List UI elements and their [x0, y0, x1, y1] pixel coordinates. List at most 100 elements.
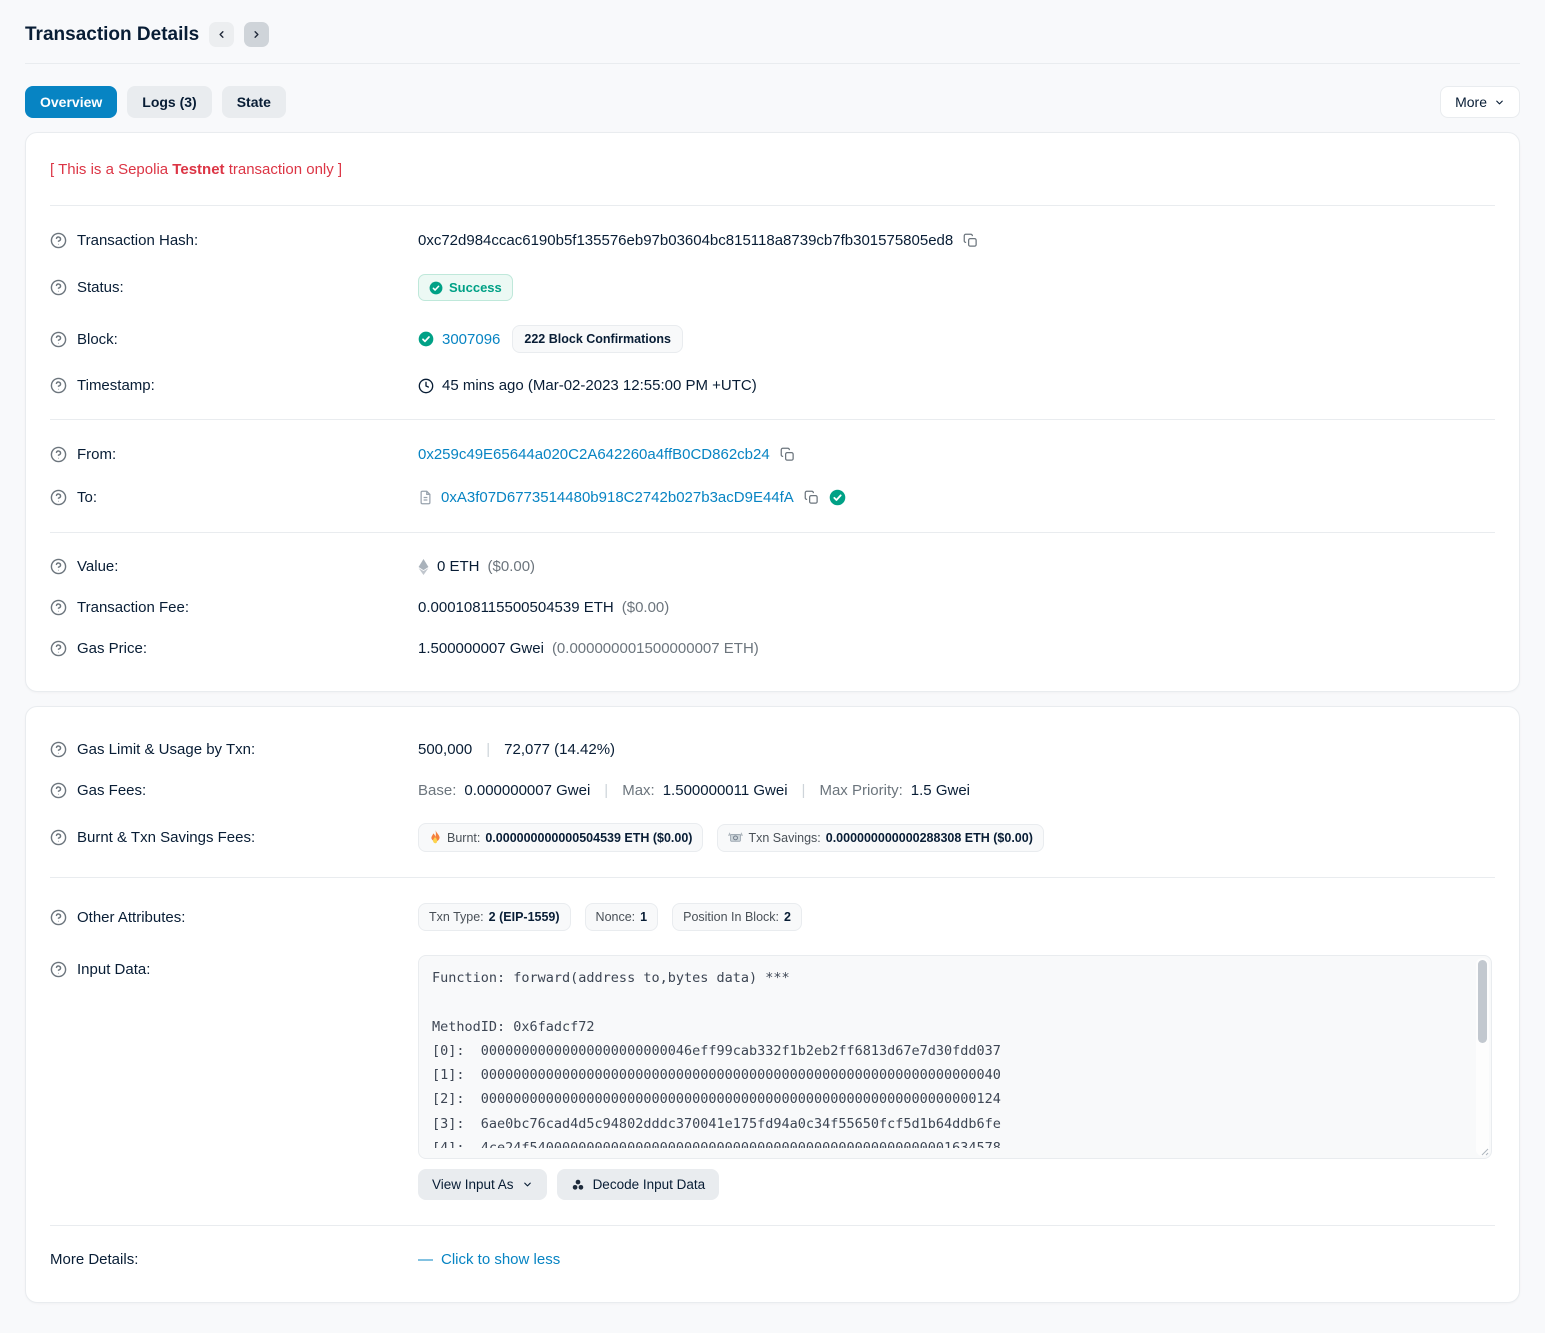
more-details-label: More Details: [50, 1251, 138, 1268]
more-button-label: More [1455, 94, 1487, 110]
show-less-link[interactable]: — Click to show less [418, 1251, 560, 1268]
position-in-block-value: 2 [784, 910, 791, 924]
status-badge: Success [418, 274, 513, 301]
burnt-badge-value: 0.000000000000504539 ETH ($0.00) [485, 831, 692, 845]
view-input-as-dropdown[interactable]: View Input As [418, 1169, 547, 1200]
gas-limit-row: Gas Limit & Usage by Txn: 500,000 | 72,0… [50, 729, 1495, 770]
txn-savings-badge-label: Txn Savings: [748, 831, 820, 845]
gas-fees-row: Gas Fees: Base: 0.000000007 Gwei | Max: … [50, 770, 1495, 811]
transaction-hash-value: 0xc72d984ccac6190b5f135576eb97b03604bc81… [418, 232, 953, 249]
copy-hash-button[interactable] [961, 231, 980, 250]
decode-input-data-button[interactable]: Decode Input Data [557, 1169, 720, 1200]
scrollbar-thumb[interactable] [1478, 960, 1487, 1043]
tabs-row: Overview Logs (3) State More [25, 86, 1520, 118]
timestamp-label: Timestamp: [77, 377, 155, 394]
block-number-link[interactable]: 3007096 [442, 331, 500, 348]
help-circle-icon[interactable] [50, 331, 67, 348]
max-fee-label: Max: [622, 782, 655, 799]
txn-savings-badge: Txn Savings: 0.000000000000288308 ETH ($… [717, 824, 1043, 852]
block-label: Block: [77, 331, 118, 348]
help-circle-icon[interactable] [50, 741, 67, 758]
overview-card: [ This is a Sepolia Testnet transaction … [25, 132, 1520, 692]
gas-price-eth: (0.000000001500000007 ETH) [552, 640, 759, 657]
max-priority-fee-value: 1.5 Gwei [911, 782, 970, 799]
help-circle-icon[interactable] [50, 377, 67, 394]
pipe-separator: | [796, 782, 812, 799]
verified-check-circle-icon [829, 489, 846, 506]
to-address-link[interactable]: 0xA3f07D6773514480b918C2742b027b3acD9E44… [441, 489, 794, 506]
help-circle-icon[interactable] [50, 640, 67, 657]
help-circle-icon[interactable] [50, 961, 67, 978]
txn-type-label: Txn Type: [429, 910, 484, 924]
burnt-badge-label: Burnt: [447, 831, 480, 845]
base-fee-value: 0.000000007 Gwei [464, 782, 590, 799]
gas-fees-label: Gas Fees: [77, 782, 146, 799]
help-circle-icon[interactable] [50, 558, 67, 575]
timestamp-value: 45 mins ago (Mar-02-2023 12:55:00 PM +UT… [442, 377, 757, 394]
gas-price-label: Gas Price: [77, 640, 147, 657]
value-amount: 0 ETH [437, 558, 480, 575]
money-wings-icon [728, 831, 743, 844]
transaction-hash-row: Transaction Hash: 0xc72d984ccac6190b5f13… [50, 219, 1495, 262]
tab-overview[interactable]: Overview [25, 86, 117, 118]
pipe-separator: | [480, 741, 496, 758]
help-circle-icon[interactable] [50, 232, 67, 249]
page-header: Transaction Details [25, 14, 1520, 64]
page: Transaction Details Overview Logs (3) St… [0, 0, 1545, 1333]
gas-used-value: 72,077 (14.42%) [504, 741, 615, 758]
copy-to-address-button[interactable] [802, 488, 821, 507]
help-circle-icon[interactable] [50, 446, 67, 463]
block-confirmations-badge: 222 Block Confirmations [512, 325, 683, 353]
base-fee-label: Base: [418, 782, 456, 799]
chevron-left-icon [216, 29, 227, 40]
help-circle-icon[interactable] [50, 489, 67, 506]
input-data-label: Input Data: [77, 961, 150, 978]
nonce-value: 1 [640, 910, 647, 924]
clock-icon [418, 378, 434, 394]
from-label: From: [77, 446, 116, 463]
gas-limit-value: 500,000 [418, 741, 472, 758]
check-circle-icon [418, 331, 434, 347]
transaction-fee-value: 0.000108115500504539 ETH [418, 599, 614, 616]
position-in-block-label: Position In Block: [683, 910, 779, 924]
testnet-warning: [ This is a Sepolia Testnet transaction … [50, 155, 1495, 192]
input-data-content: Function: forward(address to,bytes data)… [432, 966, 1465, 1148]
more-details-row: More Details: — Click to show less [50, 1239, 1495, 1280]
transaction-hash-label: Transaction Hash: [77, 232, 198, 249]
input-data-actions: View Input As Decode Input Data [418, 1169, 1495, 1200]
from-address-link[interactable]: 0x259c49E65644a020C2A642260a4ffB0CD862cb… [418, 446, 770, 463]
other-attributes-row: Other Attributes: Txn Type: 2 (EIP-1559)… [50, 891, 1495, 943]
chevron-right-icon [251, 29, 262, 40]
ethereum-icon [418, 559, 429, 575]
transaction-fee-row: Transaction Fee: 0.000108115500504539 ET… [50, 587, 1495, 628]
timestamp-row: Timestamp: 45 mins ago (Mar-02-2023 12:5… [50, 365, 1495, 406]
gas-price-row: Gas Price: 1.500000007 Gwei (0.000000001… [50, 628, 1495, 669]
chevron-down-icon [1494, 97, 1505, 108]
tab-state[interactable]: State [222, 86, 286, 118]
transaction-fee-label: Transaction Fee: [77, 599, 189, 616]
transaction-fee-usd: ($0.00) [622, 599, 670, 616]
divider [50, 419, 1495, 420]
input-data-textarea[interactable]: Function: forward(address to,bytes data)… [418, 955, 1492, 1159]
input-data-scrollbar[interactable] [1476, 958, 1489, 1156]
burnt-savings-row: Burnt & Txn Savings Fees: Burnt: 0.00000… [50, 811, 1495, 864]
copy-icon [804, 490, 819, 505]
to-label: To: [77, 489, 97, 506]
help-circle-icon[interactable] [50, 599, 67, 616]
next-transaction-button[interactable] [244, 22, 269, 47]
help-circle-icon[interactable] [50, 909, 67, 926]
nonce-label: Nonce: [596, 910, 636, 924]
value-usd: ($0.00) [488, 558, 536, 575]
resize-handle-icon[interactable] [1479, 1146, 1489, 1156]
copy-from-address-button[interactable] [778, 445, 797, 464]
chevron-down-icon [522, 1179, 533, 1190]
check-circle-icon [429, 281, 443, 295]
minus-icon: — [418, 1251, 433, 1268]
more-dropdown-button[interactable]: More [1440, 86, 1520, 118]
help-circle-icon[interactable] [50, 279, 67, 296]
help-circle-icon[interactable] [50, 782, 67, 799]
help-circle-icon[interactable] [50, 829, 67, 846]
tab-logs[interactable]: Logs (3) [127, 86, 211, 118]
copy-icon [780, 447, 795, 462]
previous-transaction-button[interactable] [209, 22, 234, 47]
